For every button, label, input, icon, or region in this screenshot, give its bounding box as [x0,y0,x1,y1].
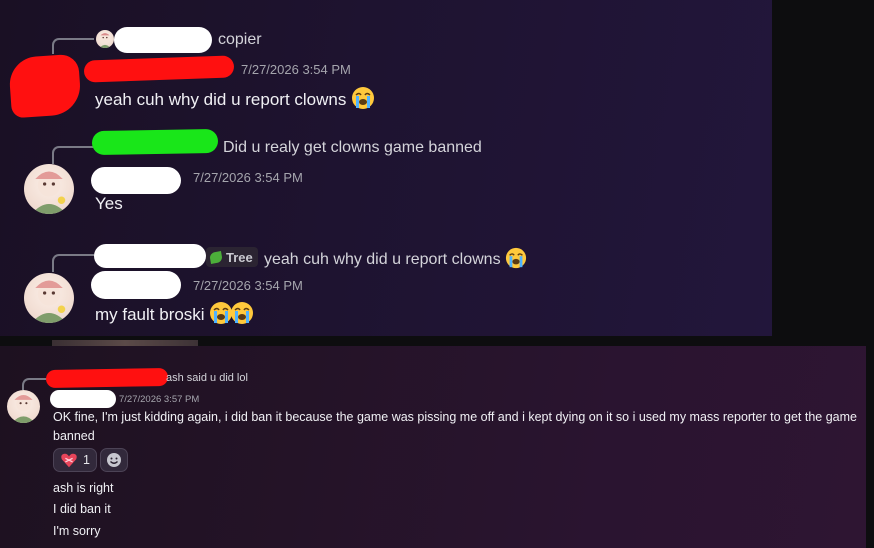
heart-with-ribbon-icon [60,452,78,468]
reaction-chip[interactable]: 1 [53,448,97,472]
message-text-content: yeah cuh why did u report clowns [95,90,347,109]
reply-connector [22,378,48,390]
message-timestamp: 7/27/2026 3:54 PM [193,170,303,185]
message-timestamp: 7/27/2026 3:54 PM [193,278,303,293]
reaction-count: 1 [83,453,90,467]
smiley-icon [106,452,122,468]
leaf-icon [209,250,223,264]
redacted-username [91,167,181,194]
user-avatar[interactable] [7,390,40,423]
reply-author-label: copier [218,31,262,48]
followup-message: I'm sorry [53,524,101,538]
loudly-crying-icon [230,301,254,325]
followup-message: ash is right [53,481,114,495]
message-timestamp: 7/27/2026 3:54 PM [241,62,351,77]
redacted-username [114,27,212,53]
reply-preview-text: ash said u did lol [166,372,256,384]
message-timestamp: 7/27/2026 3:57 PM [119,394,200,405]
message-text: my fault broski [95,301,254,325]
redacted-reply-author-scribble [91,128,219,156]
message-text-content: my fault broski [95,305,205,324]
followup-message: I did ban it [53,502,111,516]
reply-preview-text: yeah cuh why did u report clowns [264,247,527,269]
server-tag-label: Tree [226,249,253,265]
message-text: yeah cuh why did u report clowns [95,86,375,110]
redacted-username [94,244,206,268]
redacted-reply-author-scribble [45,367,169,389]
reply-connector [52,254,94,272]
reply-connector [52,38,94,54]
redacted-username [50,390,116,408]
user-avatar[interactable] [24,164,74,214]
reply-preview-text: Did u realy get clowns game banned [223,139,482,156]
message-text: OK fine, I'm just kidding again, i did b… [53,410,857,443]
loudly-crying-icon [351,86,375,110]
loudly-crying-icon [505,247,527,269]
server-tag: Tree [206,247,258,267]
reply-connector [52,146,94,164]
redacted-username [91,271,181,299]
add-reaction-button[interactable] [100,448,128,472]
reply-preview-content: yeah cuh why did u report clowns [264,251,501,268]
user-avatar[interactable] [24,273,74,323]
reply-preview-content: ash said u did lol [166,372,248,384]
reply-avatar [96,30,114,48]
message-text: Yes [95,194,123,213]
